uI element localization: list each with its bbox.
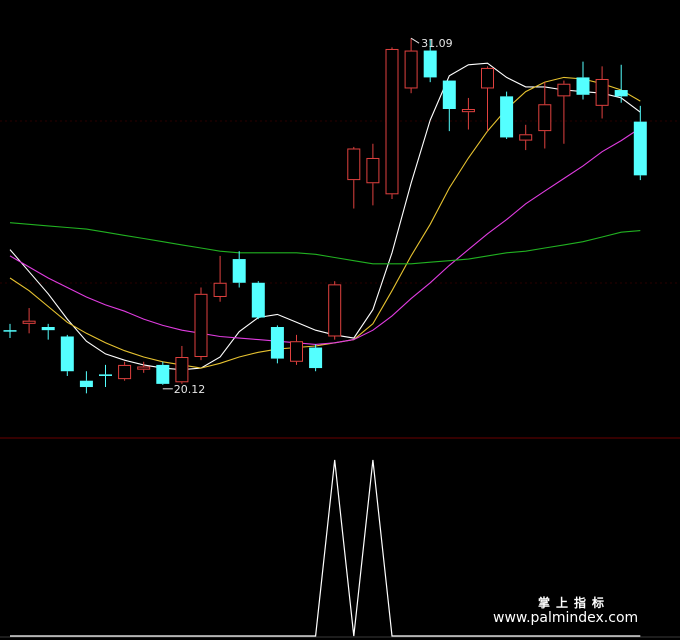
candle-body — [385, 48, 399, 195]
candle-body — [347, 148, 361, 181]
candle-8 — [156, 361, 170, 385]
candle-31 — [595, 66, 609, 119]
candle-body — [614, 90, 628, 97]
chart-stage: 31.09 20.12 掌上指标 www.palmindex.com — [0, 0, 680, 640]
ma-line-ma20 — [9, 127, 641, 345]
candle-body — [99, 374, 112, 376]
candle-body — [328, 284, 342, 337]
candle-24 — [461, 97, 475, 130]
candle-18 — [347, 146, 361, 209]
candle-1 — [22, 308, 36, 334]
candle-0 — [3, 323, 17, 339]
candle-20 — [385, 47, 399, 200]
candle-body — [79, 380, 93, 388]
candle-5 — [99, 364, 112, 388]
candle-6 — [118, 361, 132, 381]
candle-body — [557, 83, 571, 97]
candle-10 — [194, 287, 208, 361]
candle-2 — [41, 323, 55, 340]
candle-28 — [538, 82, 552, 149]
candle-body — [461, 109, 475, 113]
candle-body — [60, 336, 74, 372]
candle-3 — [60, 334, 74, 376]
candle-26 — [500, 91, 514, 140]
candle-13 — [251, 281, 265, 320]
candle-body — [366, 157, 380, 184]
annotation-label-low: 20.12 — [174, 383, 206, 396]
candle-body — [3, 330, 17, 332]
candle-body — [251, 282, 265, 318]
chart-grid — [0, 120, 680, 638]
candle-body — [595, 78, 609, 106]
candle-14 — [270, 325, 284, 364]
candle-23 — [442, 80, 456, 132]
watermark: 掌上指标 www.palmindex.com — [493, 595, 638, 626]
candle-17 — [328, 281, 342, 340]
candle-body — [156, 364, 170, 384]
candle-body — [118, 364, 132, 380]
candle-27 — [519, 124, 533, 151]
watermark-url: www.palmindex.com — [493, 610, 638, 626]
candle-body — [423, 50, 437, 78]
candle-body — [41, 327, 55, 331]
candle-body — [633, 121, 647, 176]
candle-29 — [557, 80, 571, 144]
candle-11 — [213, 255, 227, 302]
candle-body — [309, 347, 323, 369]
candle-33 — [633, 105, 647, 181]
candle-30 — [576, 61, 590, 100]
candle-16 — [309, 344, 323, 372]
candle-body — [404, 50, 418, 89]
candle-body — [481, 67, 494, 89]
candle-body — [442, 80, 456, 109]
candle-body — [500, 96, 514, 138]
candle-body — [538, 104, 552, 132]
candle-body — [194, 293, 208, 358]
ma-line-ma60 — [9, 222, 641, 265]
candle-body — [22, 320, 36, 324]
candle-body — [232, 259, 246, 283]
candle-body — [290, 341, 303, 362]
candle-12 — [232, 251, 246, 288]
watermark-title: 掌上指标 — [538, 595, 610, 610]
stock-chart: 31.09 20.12 掌上指标 www.palmindex.com — [0, 37, 680, 638]
candle-15 — [290, 334, 303, 365]
candle-4 — [79, 371, 93, 394]
annotation-label-high: 31.09 — [421, 37, 453, 50]
candle-body — [213, 282, 227, 297]
candle-body — [519, 134, 533, 141]
candle-body — [175, 357, 189, 383]
candle-body — [270, 327, 284, 359]
candle-21 — [404, 38, 418, 94]
annotation-pointer-0 — [410, 37, 420, 44]
candle-body — [576, 77, 590, 95]
candle-19 — [366, 143, 380, 206]
candle-9 — [175, 345, 189, 384]
candle-body — [137, 366, 151, 370]
